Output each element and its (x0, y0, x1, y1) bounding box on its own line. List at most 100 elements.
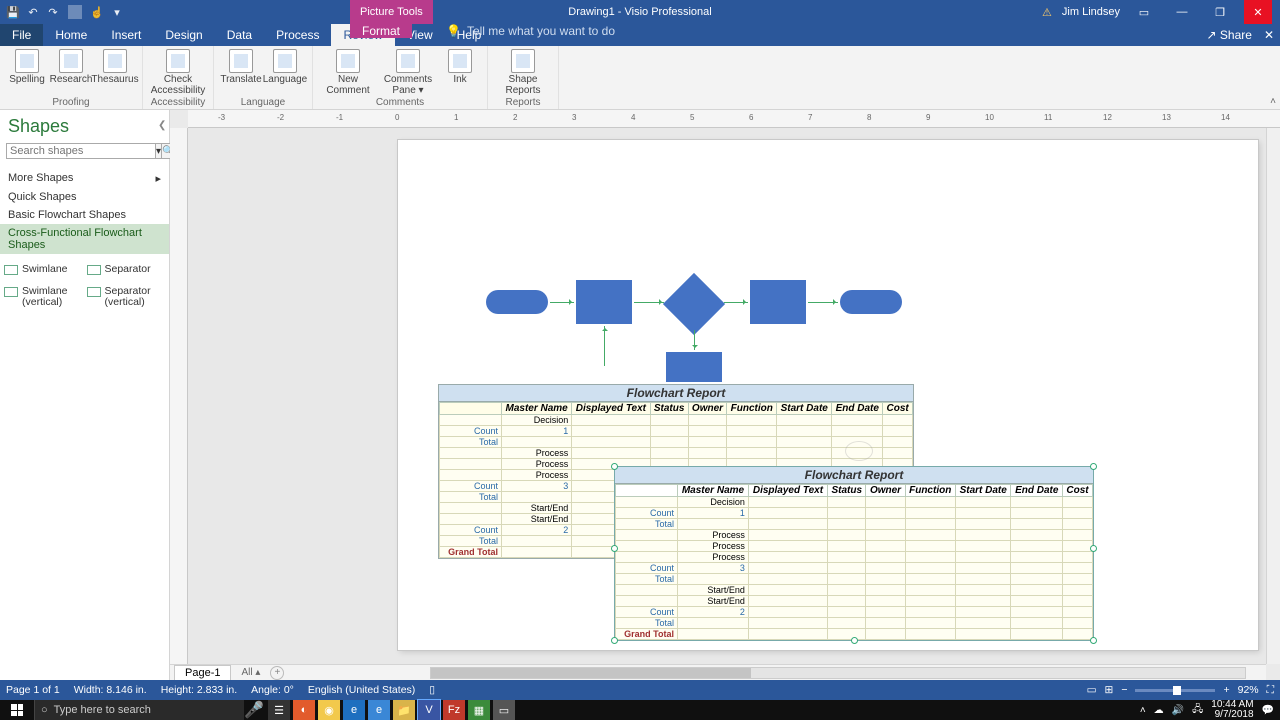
tray-overflow-icon[interactable]: ˄ (1140, 705, 1146, 716)
edge-icon[interactable]: e (343, 700, 365, 720)
task-view-icon[interactable]: ☰ (268, 700, 290, 720)
drawing-canvas[interactable]: Flowchart Report Master NameDisplayed Te… (188, 128, 1266, 664)
connector[interactable] (724, 302, 748, 303)
horizontal-scrollbar[interactable] (430, 667, 1246, 679)
start-button[interactable] (0, 700, 34, 720)
shapes-search-input[interactable] (6, 143, 156, 159)
collapse-ribbon-icon[interactable]: ˄ (1270, 96, 1276, 107)
selection-handle[interactable] (851, 637, 858, 644)
fit-window-icon[interactable]: ⛶ (1267, 684, 1274, 697)
volume-icon[interactable]: 🔊 (1172, 705, 1184, 716)
process-shape[interactable] (576, 280, 632, 324)
save-icon[interactable]: 💾 (6, 5, 20, 19)
notifications-icon[interactable]: 💬 (1262, 705, 1274, 716)
undo-icon[interactable]: ↶ (26, 5, 40, 19)
decision-shape[interactable] (663, 273, 725, 335)
shape-reports-button[interactable]: ShapeReports (494, 49, 552, 96)
connector[interactable] (604, 326, 605, 366)
status-language[interactable]: English (United States) (308, 684, 415, 696)
selection-handle[interactable] (1090, 545, 1097, 552)
selection-handle[interactable] (1090, 463, 1097, 470)
column-header: Master Name (502, 403, 572, 415)
ink-button[interactable]: Ink (439, 49, 481, 96)
network-icon[interactable]: 🖧 (1192, 702, 1203, 719)
connector[interactable] (634, 302, 664, 303)
translate-button[interactable]: Translate (220, 49, 262, 86)
page-tab[interactable]: Page-1 (174, 665, 231, 680)
research-button[interactable]: Research (50, 49, 92, 86)
vertical-scrollbar[interactable] (1266, 128, 1280, 664)
fit-page-icon[interactable]: ⊞ (1105, 684, 1114, 696)
chrome-icon[interactable]: ◉ (318, 700, 340, 720)
zoom-in-button[interactable]: + (1223, 684, 1229, 696)
stencil-item[interactable]: Basic Flowchart Shapes (0, 206, 169, 224)
tab-process[interactable]: Process (264, 24, 331, 46)
thesaurus-button[interactable]: Thesaurus (94, 49, 136, 86)
redo-icon[interactable]: ↷ (46, 5, 60, 19)
app-icon[interactable]: ▦ (468, 700, 490, 720)
process-shape[interactable] (666, 352, 722, 382)
language-button[interactable]: Language (264, 49, 306, 86)
connector[interactable] (694, 330, 695, 350)
spelling-button[interactable]: Spelling (6, 49, 48, 86)
connector[interactable] (808, 302, 838, 303)
all-pages-button[interactable]: All ▴ (241, 667, 260, 678)
terminator-shape[interactable] (486, 290, 548, 314)
selection-handle[interactable] (611, 545, 618, 552)
shape-master[interactable]: Swimlane (4, 264, 83, 276)
tab-home[interactable]: Home (43, 24, 99, 46)
selection-handle[interactable] (611, 637, 618, 644)
onedrive-icon[interactable]: ☁ (1154, 705, 1164, 716)
comments-toggle-icon[interactable]: ✕ (1264, 28, 1274, 42)
scrollbar-thumb[interactable] (431, 668, 751, 678)
process-shape[interactable] (750, 280, 806, 324)
add-page-button[interactable]: + (270, 666, 284, 680)
shape-master[interactable]: Separator (87, 264, 166, 276)
firefox-icon[interactable]: ◐ (293, 700, 315, 720)
ruler-tick: 3 (572, 113, 576, 122)
tab-format[interactable]: Format (350, 24, 412, 38)
visio-icon[interactable]: V (418, 700, 440, 720)
collapse-shapes-pane-icon[interactable]: ❮ (158, 120, 166, 131)
qat-customize-icon[interactable]: ▾ (110, 5, 124, 19)
maximize-button[interactable]: ❐ (1206, 0, 1234, 24)
user-name[interactable]: Jim Lindsey (1062, 6, 1120, 18)
stencil-item[interactable]: Cross-Functional Flowchart Shapes (0, 224, 169, 254)
tab-data[interactable]: Data (215, 24, 264, 46)
minimize-button[interactable]: — (1168, 0, 1196, 24)
check-accessibility-button[interactable]: CheckAccessibility (149, 49, 207, 96)
share-button[interactable]: ↗ Share (1207, 28, 1252, 42)
tab-design[interactable]: Design (153, 24, 214, 46)
flowchart-report-2[interactable]: Flowchart Report Master NameDisplayed Te… (614, 466, 1094, 641)
macro-recorder-icon[interactable]: ▯ (429, 684, 435, 696)
new-comment-button[interactable]: NewComment (319, 49, 377, 96)
shape-master[interactable]: Separator (vertical) (87, 286, 166, 309)
cortana-mic-icon[interactable]: 🎤 (244, 700, 262, 720)
touch-mode-icon[interactable]: ☝ (90, 5, 104, 19)
stencil-item[interactable]: Quick Shapes (0, 188, 169, 206)
presentation-mode-icon[interactable]: ▭ (1087, 684, 1097, 696)
filezilla-icon[interactable]: Fz (443, 700, 465, 720)
drawing-page[interactable]: Flowchart Report Master NameDisplayed Te… (398, 140, 1258, 650)
taskbar-clock[interactable]: 10:44 AM9/7/2018 (1211, 700, 1253, 720)
file-explorer-icon[interactable]: 📁 (393, 700, 415, 720)
shape-master[interactable]: Swimlane (vertical) (4, 286, 83, 309)
app-icon[interactable]: ▭ (493, 700, 515, 720)
terminator-shape[interactable] (840, 290, 902, 314)
selection-handle[interactable] (611, 463, 618, 470)
selection-handle[interactable] (1090, 637, 1097, 644)
tell-me-search[interactable]: 💡 Tell me what you want to do (446, 24, 615, 38)
connector[interactable] (550, 302, 574, 303)
ribbon-display-options-icon[interactable]: ▭ (1130, 0, 1158, 24)
taskbar-search[interactable]: ○ Type here to search (34, 700, 244, 720)
zoom-out-button[interactable]: − (1121, 684, 1127, 696)
zoom-slider-thumb[interactable] (1173, 686, 1181, 695)
zoom-slider[interactable] (1135, 689, 1215, 692)
comments-pane--button[interactable]: CommentsPane ▾ (379, 49, 437, 96)
more-shapes-item[interactable]: More Shapes▸ (0, 169, 169, 188)
ie-icon[interactable]: e (368, 700, 390, 720)
zoom-level[interactable]: 92% (1238, 684, 1259, 696)
tab-insert[interactable]: Insert (99, 24, 153, 46)
tab-file[interactable]: File (0, 24, 43, 46)
close-button[interactable]: ✕ (1244, 0, 1272, 24)
